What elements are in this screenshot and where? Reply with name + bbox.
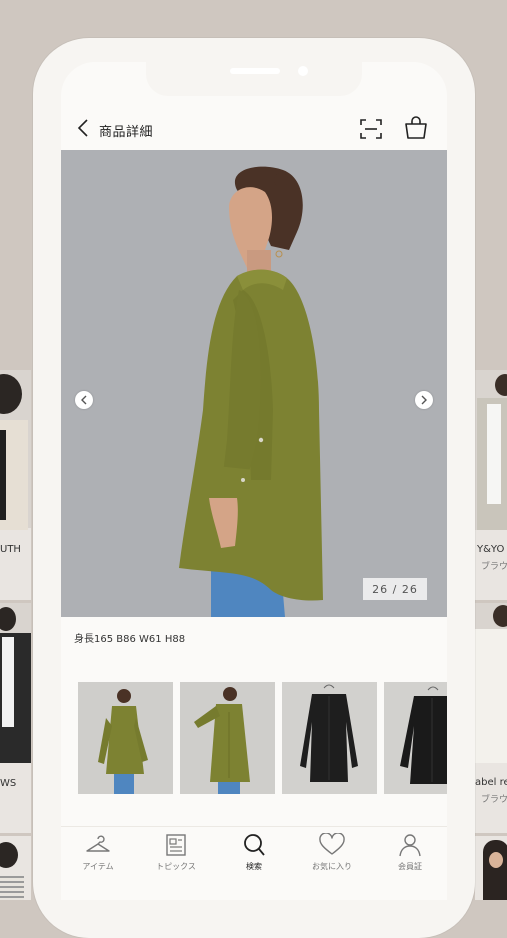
model-size-text: 身長165 B86 W61 H88 <box>74 634 186 645</box>
search-icon <box>244 834 265 856</box>
thumbnail-image <box>282 682 377 794</box>
bg-card-photo <box>475 603 507 763</box>
bg-card-photo <box>0 370 31 530</box>
next-image-button[interactable] <box>415 391 433 409</box>
phone-camera <box>298 66 308 76</box>
cart-button[interactable] <box>403 116 429 140</box>
hanger-icon <box>86 835 110 852</box>
bg-card-sub: ブラウ <box>481 562 507 572</box>
thumbnail-1[interactable] <box>78 682 173 794</box>
page-title: 商品詳細 <box>99 125 154 140</box>
bg-card-left-3 <box>0 836 31 900</box>
tab-member-card[interactable]: 会員証 <box>375 833 445 883</box>
back-button[interactable] <box>75 118 93 138</box>
bg-card-photo <box>475 370 507 530</box>
tab-items[interactable]: アイテム <box>63 833 133 883</box>
shopping-bag-icon <box>405 116 427 139</box>
thumbnail-image <box>384 682 447 794</box>
bg-card-left-1: UTH <box>0 370 31 600</box>
tab-label: お気に入り <box>312 862 352 871</box>
thumbnail-2[interactable] <box>180 682 275 794</box>
phone-notch <box>146 54 362 96</box>
tab-topics[interactable]: トピックス <box>141 833 211 883</box>
bg-card-right-2: abel rel ブラウ <box>475 603 507 833</box>
model-photo <box>179 166 323 617</box>
scan-icon <box>360 119 382 139</box>
heart-icon <box>319 833 345 855</box>
bottom-tab-bar: アイテム トピックス 検索 お気に入り 会員証 <box>61 826 447 900</box>
tab-label: アイテム <box>82 862 114 871</box>
scan-button[interactable] <box>359 118 383 140</box>
bg-card-left-2: WS <box>0 603 31 833</box>
tab-favorites[interactable]: お気に入り <box>297 833 367 883</box>
bg-card-label: WS <box>0 778 17 789</box>
chevron-left-icon <box>81 395 87 405</box>
bg-card-sub: ブラウ <box>481 795 507 805</box>
chevron-left-icon <box>77 119 88 137</box>
news-icon <box>166 834 186 856</box>
app-screen: 商品詳細 26 / 26 身長165 B86 W61 H88 アイテム トピック… <box>61 62 447 900</box>
chevron-right-icon <box>421 395 427 405</box>
prev-image-button[interactable] <box>75 391 93 409</box>
tab-label: トピックス <box>156 862 196 871</box>
tab-label: 会員証 <box>398 862 422 871</box>
bg-card-photo <box>0 603 31 763</box>
bg-card-right-1: Y&YO ブラウ <box>475 370 507 600</box>
thumbnail-4[interactable] <box>384 682 447 794</box>
image-counter: 26 / 26 <box>363 578 427 600</box>
phone-speaker <box>230 68 280 74</box>
bg-card-label: abel rel <box>475 777 507 788</box>
bg-card-right-3 <box>475 836 507 900</box>
tab-search[interactable]: 検索 <box>219 833 289 883</box>
thumbnail-image <box>180 682 275 794</box>
product-main-image[interactable]: 26 / 26 <box>61 150 447 617</box>
thumbnail-image <box>78 682 173 794</box>
thumbnail-strip[interactable] <box>78 682 447 794</box>
bg-card-label: UTH <box>0 544 21 555</box>
tab-label: 検索 <box>246 862 262 871</box>
person-icon <box>399 834 421 857</box>
bg-card-label: Y&YO <box>477 544 505 555</box>
thumbnail-3[interactable] <box>282 682 377 794</box>
